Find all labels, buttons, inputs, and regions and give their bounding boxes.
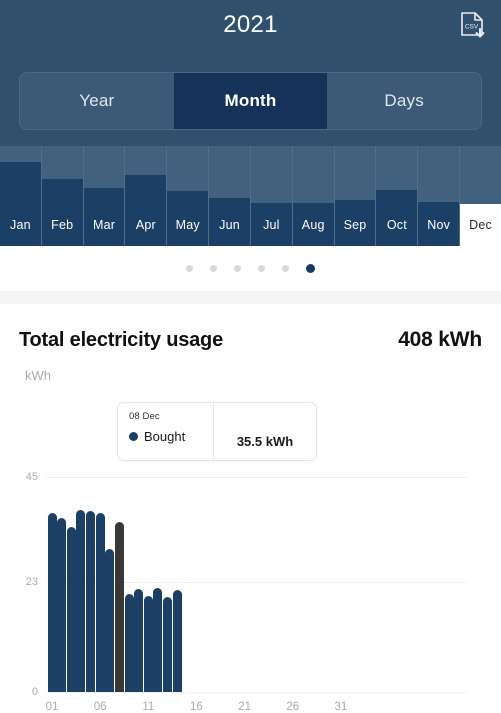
month-label: Nov xyxy=(427,218,451,232)
y-axis-tick: 23 xyxy=(25,576,38,589)
period-segmented-control[interactable]: Year Month Days xyxy=(19,72,482,130)
month-label: Oct xyxy=(386,218,407,232)
pagination-dot-6[interactable] xyxy=(306,264,315,273)
month-label: Mar xyxy=(93,218,116,232)
bar-day-05[interactable] xyxy=(86,511,96,692)
bar-day-10[interactable] xyxy=(134,588,144,692)
gridline-0 xyxy=(45,692,466,693)
bar-day-08[interactable] xyxy=(114,522,124,692)
y-axis-tick: 45 xyxy=(25,471,38,483)
month-label: Dec xyxy=(469,218,492,232)
svg-text:CSV: CSV xyxy=(465,24,479,31)
pagination-dots[interactable] xyxy=(0,246,501,291)
x-axis-tick: 26 xyxy=(286,701,300,713)
month-label: Feb xyxy=(51,218,74,232)
month-label: Jul xyxy=(263,218,280,232)
tab-month[interactable]: Month xyxy=(173,73,328,129)
bar-day-11[interactable] xyxy=(143,596,153,692)
month-selector-strip[interactable]: Jan Feb Mar Apr May Jun Jul Aug Sep Oct Nov Dec xyxy=(0,146,501,246)
month-cell-oct[interactable]: Oct xyxy=(376,146,419,246)
month-cell-apr[interactable]: Apr xyxy=(125,146,168,246)
x-axis-tick: 11 xyxy=(142,701,155,713)
pagination-dot-5[interactable] xyxy=(282,265,289,272)
tooltip-series-label: Bought xyxy=(144,429,186,444)
month-cell-nov[interactable]: Nov xyxy=(418,146,461,246)
x-axis-tick: 06 xyxy=(93,701,107,713)
month-cell-jun[interactable]: Jun xyxy=(209,146,251,246)
usage-total-value: 408 kWh xyxy=(398,328,482,351)
csv-download-icon[interactable]: CSV xyxy=(457,10,487,44)
x-axis-tick: 01 xyxy=(45,701,59,713)
month-cell-feb[interactable]: Feb xyxy=(41,146,84,246)
tab-year[interactable]: Year xyxy=(20,73,174,129)
page-title: 2021 xyxy=(223,11,278,38)
month-cell-dec[interactable]: Dec xyxy=(460,146,501,246)
month-cell-mar[interactable]: Mar xyxy=(83,146,126,246)
bar-day-12[interactable] xyxy=(153,587,163,692)
tooltip-series: Bought xyxy=(129,429,213,444)
tooltip-value: 35.5 kWh xyxy=(236,434,294,449)
x-axis-tick: 31 xyxy=(334,701,348,713)
section-divider xyxy=(0,291,501,304)
month-cell-sep[interactable]: Sep xyxy=(334,146,377,246)
month-label: Apr xyxy=(135,218,156,232)
y-axis-unit-label: kWh xyxy=(25,368,51,383)
x-axis-tick: 21 xyxy=(238,701,251,713)
tooltip-date: 08 Dec xyxy=(129,411,160,422)
legend-swatch-icon xyxy=(129,432,138,441)
month-label: Sep xyxy=(343,218,367,232)
pagination-dot-2[interactable] xyxy=(210,265,217,272)
gridline-45 xyxy=(45,477,466,478)
y-axis-tick: 0 xyxy=(31,686,38,698)
bar-day-02[interactable] xyxy=(57,517,67,692)
tooltip-left: 08 Dec Bought xyxy=(118,403,214,460)
usage-summary-row: Total electricity usage 408 kWh xyxy=(0,323,501,357)
bar-day-13[interactable] xyxy=(163,596,173,692)
month-cell-jan[interactable]: Jan xyxy=(0,146,42,246)
bar-day-03[interactable] xyxy=(66,527,76,692)
month-cell-may[interactable]: May xyxy=(167,146,210,246)
tab-days[interactable]: Days xyxy=(327,73,481,129)
month-label: Jun xyxy=(219,218,240,232)
header: 2021 CSV Year Month Days xyxy=(0,0,501,146)
bar-day-14[interactable] xyxy=(172,590,182,692)
pagination-dot-3[interactable] xyxy=(234,265,241,272)
bar-day-06[interactable] xyxy=(95,513,105,692)
bar-day-07[interactable] xyxy=(105,548,115,692)
pagination-dot-4[interactable] xyxy=(258,265,265,272)
month-label: May xyxy=(175,218,200,232)
pagination-dot-1[interactable] xyxy=(186,265,193,272)
bar-day-04[interactable] xyxy=(76,510,86,692)
chart-tooltip: 08 Dec Bought 35.5 kWh xyxy=(117,402,317,461)
month-label: Jan xyxy=(10,218,31,232)
bar-day-01[interactable] xyxy=(47,512,57,692)
tooltip-right: 35.5 kWh xyxy=(214,403,316,460)
month-cell-jul[interactable]: Jul xyxy=(250,146,293,246)
daily-usage-bar-chart: 0 23 45 01 06 11 16 21 26 31 xyxy=(0,460,501,713)
month-label: Aug xyxy=(301,218,325,232)
bar-day-09[interactable] xyxy=(124,593,134,692)
usage-title: Total electricity usage xyxy=(19,328,223,351)
month-cell-aug[interactable]: Aug xyxy=(292,146,335,246)
x-axis-tick: 16 xyxy=(190,701,203,713)
